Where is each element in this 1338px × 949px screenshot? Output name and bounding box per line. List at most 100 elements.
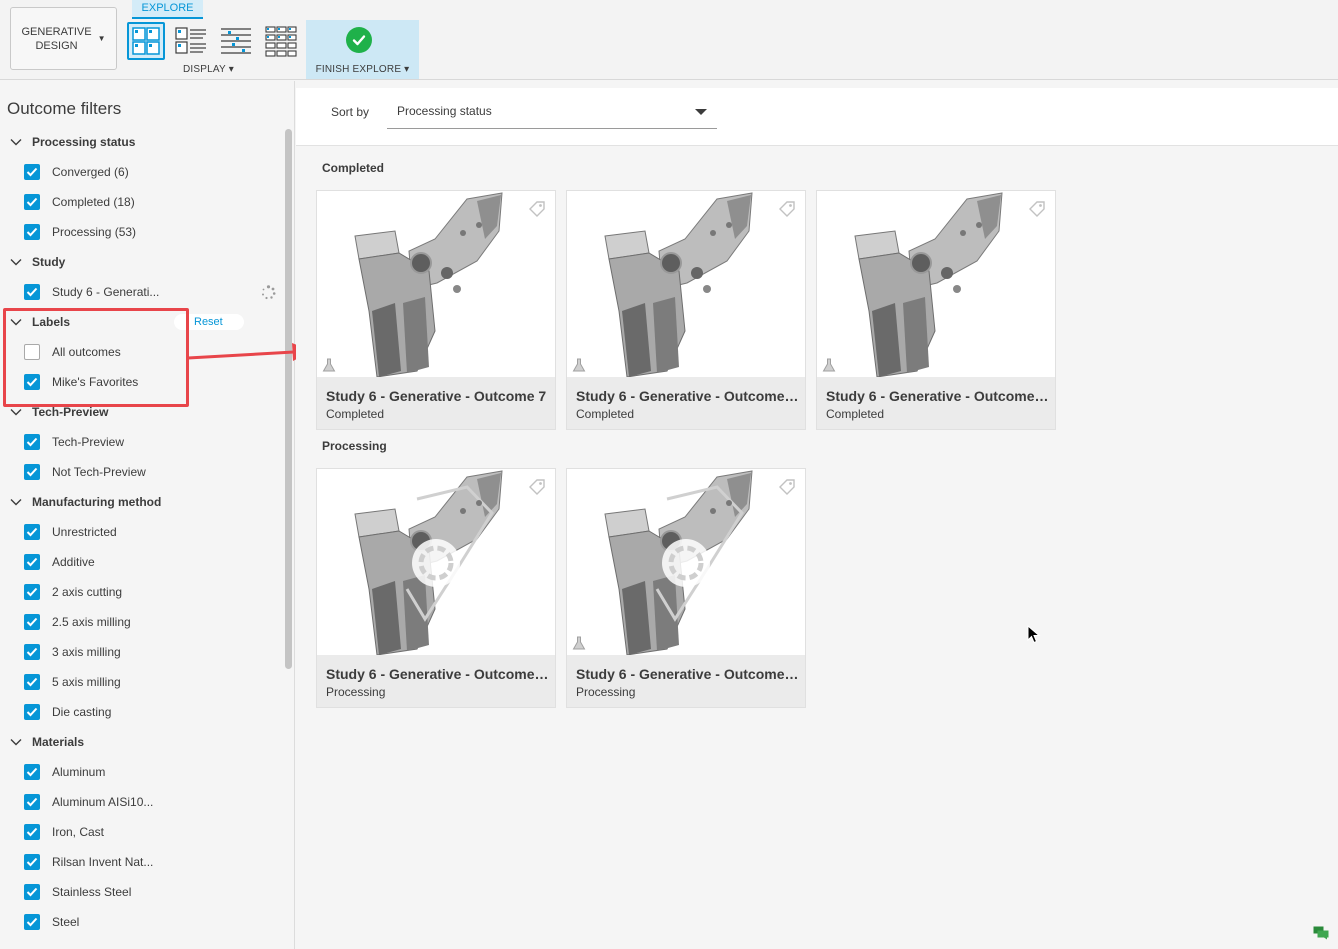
labels-reset-button[interactable]: Reset — [174, 314, 244, 330]
outcome-status: Completed — [826, 407, 885, 421]
sort-by-value: Processing status — [397, 104, 492, 118]
filter-section-header[interactable]: Materials — [0, 727, 280, 757]
checkbox-checked[interactable] — [24, 584, 40, 600]
filter-option-label: 2.5 axis milling — [52, 615, 131, 629]
sort-by-select[interactable]: Processing status — [387, 96, 717, 129]
checkbox-checked[interactable] — [24, 554, 40, 570]
outcome-thumbnail[interactable] — [817, 191, 1055, 377]
filter-option[interactable]: 2.5 axis milling — [0, 607, 280, 637]
checkbox-checked[interactable] — [24, 284, 40, 300]
display-mode-group — [127, 22, 300, 60]
filter-option-label: Unrestricted — [52, 525, 117, 539]
filter-option[interactable]: Die casting — [0, 697, 280, 727]
chevron-down-icon — [10, 318, 24, 326]
filter-option[interactable]: Additive — [0, 547, 280, 577]
checkbox-checked[interactable] — [24, 884, 40, 900]
filter-option-label: Aluminum AISi10... — [52, 795, 154, 809]
filter-list: Processing status Converged (6) Completed … — [0, 127, 280, 937]
tag-icon[interactable] — [1027, 199, 1047, 224]
filter-option[interactable]: Unrestricted — [0, 517, 280, 547]
filter-option[interactable]: Aluminum AISi10... — [0, 787, 280, 817]
sidebar-scrollbar[interactable] — [285, 129, 292, 669]
compact-grid-icon — [265, 26, 297, 57]
filter-section-header[interactable]: Manufacturing method — [0, 487, 280, 517]
checkbox-checked[interactable] — [24, 674, 40, 690]
checkbox-checked[interactable] — [24, 374, 40, 390]
filter-option[interactable]: Completed (18) — [0, 187, 280, 217]
outcome-thumbnail[interactable] — [317, 191, 555, 377]
filter-option[interactable]: Tech-Preview — [0, 427, 280, 457]
checkbox-checked[interactable] — [24, 464, 40, 480]
compact-grid-view-button[interactable] — [262, 22, 300, 60]
checkbox-checked[interactable] — [24, 644, 40, 660]
filter-section-header[interactable]: Tech-Preview — [0, 397, 280, 427]
filter-option[interactable]: Stainless Steel — [0, 877, 280, 907]
outcome-name: Study 6 - Generative - Outcome 7 — [326, 388, 547, 404]
tag-icon[interactable] — [777, 477, 797, 502]
filter-option-label: Processing (53) — [52, 225, 137, 239]
checkbox-checked[interactable] — [24, 224, 40, 240]
tag-icon[interactable] — [527, 477, 547, 502]
filter-section-title: Study — [32, 255, 66, 269]
filter-section-header[interactable]: Labels Reset — [0, 307, 280, 337]
checkbox-checked[interactable] — [24, 194, 40, 210]
outcome-card[interactable]: Study 6 - Generative - Outcome ... Proces… — [316, 468, 556, 708]
checkbox-checked[interactable] — [24, 914, 40, 930]
display-menu-button[interactable]: DISPLAY ▾ — [183, 64, 234, 75]
checkbox-checked[interactable] — [24, 794, 40, 810]
filter-option-label: Additive — [52, 555, 95, 569]
table-view-icon — [221, 28, 251, 54]
outcome-thumbnail[interactable] — [567, 191, 805, 377]
outcomes-main-area: Sort by Processing status Completed Study… — [296, 88, 1338, 949]
outcome-card[interactable]: Study 6 - Generative - Outcome ... Comple… — [566, 190, 806, 430]
grid-large-view-button[interactable] — [127, 22, 165, 60]
checkbox-unchecked[interactable] — [24, 344, 40, 360]
filter-option[interactable]: Rilsan Invent Nat... — [0, 847, 280, 877]
chevron-down-icon — [695, 109, 707, 115]
filter-option[interactable]: Aluminum — [0, 757, 280, 787]
processing-spinner-icon — [412, 539, 460, 587]
filter-option-label: Study 6 - Generati... — [52, 285, 160, 299]
workspace-switcher-button[interactable]: GENERATIVE DESIGN ▼ — [10, 7, 117, 70]
outcome-card[interactable]: Study 6 - Generative - Outcome 7 Complete… — [316, 190, 556, 430]
finish-explore-button[interactable]: FINISH EXPLORE ▾ — [306, 20, 419, 79]
checkbox-checked[interactable] — [24, 524, 40, 540]
workspace-label-line2: DESIGN — [35, 39, 78, 52]
filter-option[interactable]: Mike's Favorites — [0, 367, 280, 397]
filter-option[interactable]: Steel — [0, 907, 280, 937]
table-view-button[interactable] — [217, 22, 255, 60]
filter-option[interactable]: Study 6 - Generati... — [0, 277, 280, 307]
filter-section-header[interactable]: Study — [0, 247, 280, 277]
filter-option[interactable]: Converged (6) — [0, 157, 280, 187]
filter-option[interactable]: 5 axis milling — [0, 667, 280, 697]
group-title: Processing — [322, 439, 387, 453]
filter-option[interactable]: Processing (53) — [0, 217, 280, 247]
filter-option-label: Iron, Cast — [52, 825, 105, 839]
list-thumbnail-view-button[interactable] — [172, 22, 210, 60]
tab-explore[interactable]: EXPLORE — [132, 0, 203, 19]
checkbox-checked[interactable] — [24, 824, 40, 840]
spinner-icon — [261, 285, 276, 300]
checkbox-checked[interactable] — [24, 614, 40, 630]
outcome-card[interactable]: Study 6 - Generative - Outcome ... Proces… — [566, 468, 806, 708]
filter-option-label: Rilsan Invent Nat... — [52, 855, 154, 869]
checkbox-checked[interactable] — [24, 764, 40, 780]
checkbox-checked[interactable] — [24, 164, 40, 180]
comments-icon[interactable] — [1313, 926, 1329, 940]
outcome-thumbnail[interactable] — [567, 469, 805, 655]
chevron-down-icon — [10, 498, 24, 506]
checkbox-checked[interactable] — [24, 854, 40, 870]
filter-option[interactable]: 3 axis milling — [0, 637, 280, 667]
filter-option-label: 2 axis cutting — [52, 585, 123, 599]
outcome-card[interactable]: Study 6 - Generative - Outcome ... Comple… — [816, 190, 1056, 430]
tag-icon[interactable] — [527, 199, 547, 224]
filter-option[interactable]: Not Tech-Preview — [0, 457, 280, 487]
outcome-thumbnail[interactable] — [317, 469, 555, 655]
checkbox-checked[interactable] — [24, 434, 40, 450]
filter-section-header[interactable]: Processing status — [0, 127, 280, 157]
filter-option[interactable]: 2 axis cutting — [0, 577, 280, 607]
filter-option[interactable]: Iron, Cast — [0, 817, 280, 847]
tag-icon[interactable] — [777, 199, 797, 224]
checkbox-checked[interactable] — [24, 704, 40, 720]
filter-section-title: Tech-Preview — [32, 405, 109, 419]
